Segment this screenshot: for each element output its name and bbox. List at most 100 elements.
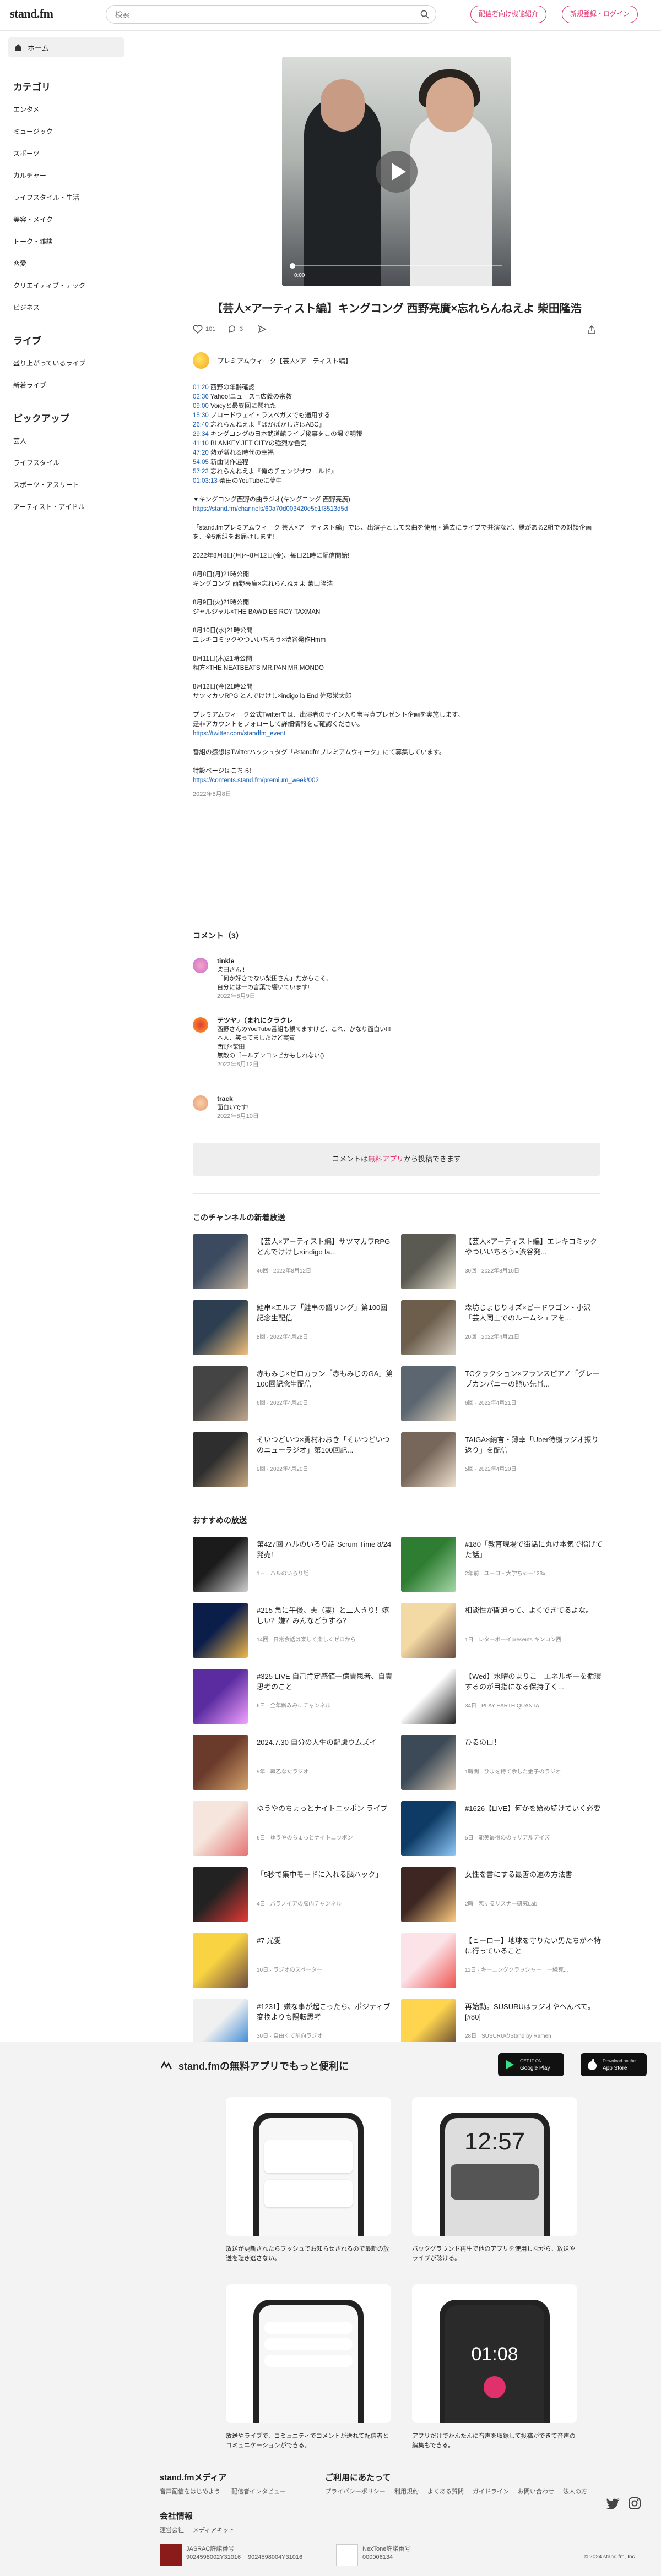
company-link-1[interactable]: メディアキット xyxy=(193,2525,235,2534)
sidebar-item-live[interactable]: 新着ライブ xyxy=(0,374,132,396)
google-play-button[interactable]: GET IT ON Google Play xyxy=(498,2053,564,2076)
card-title[interactable]: 再始動。SUSURUはラジオやへんべて。[#80] xyxy=(465,2001,603,2022)
sidebar-item-category[interactable]: ミュージック xyxy=(0,121,132,143)
recommended-episode-card[interactable]: ひるのロ！ 1時間 · ひまを持て余した金子のラジオ xyxy=(401,1735,605,1790)
recommended-episode-card[interactable]: #215 急に午後、夫（妻）と二人きり！嬉しい？嫌？みんなどうする？ 14回 · … xyxy=(193,1603,397,1658)
channel-episode-card[interactable]: 森坊じょじりオズ×ピードワゴン・小沢「芸人同士でのルームシェアを... 20回 ·… xyxy=(401,1300,605,1355)
search-box[interactable] xyxy=(106,5,436,24)
card-thumbnail[interactable] xyxy=(401,1801,456,1856)
card-thumbnail[interactable] xyxy=(401,1366,456,1421)
recommended-episode-card[interactable]: ゆうやのちょっとナイトニッポン ライブ 6日 · ゆうやのちょっとナイトニッポン xyxy=(193,1801,397,1856)
sidebar-item-category[interactable]: ライフスタイル・生活 xyxy=(0,187,132,209)
card-thumbnail[interactable] xyxy=(193,1603,248,1658)
chapter-timestamp[interactable]: 41:10 xyxy=(193,440,209,447)
card-title[interactable]: #7 光愛 xyxy=(257,1935,394,1946)
progress-bar[interactable] xyxy=(291,265,502,266)
instagram-icon[interactable] xyxy=(628,2497,641,2510)
recommended-episode-card[interactable]: #180「教育現場で街話に丸け本気で指げてた話」 2年前 · ユーロ・大学ちゃー1… xyxy=(401,1537,605,1592)
card-title[interactable]: 【Wed】水曜のまりこ エネルギーを循環するのが目指になる保持子く... xyxy=(465,1671,603,1692)
card-title[interactable]: 相談性が関迫って、よくできてるよな。 xyxy=(465,1605,603,1616)
card-title[interactable]: 鮭串×エルフ「鮭串の語リング」第100回記念生配信 xyxy=(257,1302,394,1323)
card-title[interactable]: 「5秒で集中モードに入れる脳ハック」 xyxy=(257,1869,394,1880)
recommended-episode-card[interactable]: #325 LIVE 自己肯定感値一億貴思者、自責思考のこと 6日 · 全年齢みみに… xyxy=(193,1669,397,1724)
guide-link[interactable]: お問い合わせ xyxy=(518,2487,554,2496)
signup-login-button[interactable]: 新規登録・ログイン xyxy=(562,6,638,23)
chapter-timestamp[interactable]: 15:30 xyxy=(193,412,209,419)
card-title[interactable]: 【芸人×アーティスト編】エレキコミックやついいちろう×渋谷発... xyxy=(465,1236,603,1257)
card-thumbnail[interactable] xyxy=(193,1735,248,1790)
chapter-timestamp[interactable]: 26:40 xyxy=(193,422,209,428)
card-title[interactable]: 女性を書にする最善の運の方法書 xyxy=(465,1869,603,1880)
recommended-episode-card[interactable]: 【ヒーロー】地球を守りたい男たちが不特に行っていること 11日 · キーニングクラ… xyxy=(401,1933,605,1988)
card-thumbnail[interactable] xyxy=(401,1669,456,1724)
sidebar-item-category[interactable]: スポーツ xyxy=(0,143,132,165)
card-title[interactable]: 赤もみじ×ゼロカラン「赤もみじのGA」第100回記念生配信 xyxy=(257,1368,394,1389)
share-button[interactable] xyxy=(258,325,269,334)
media-link-1[interactable]: 配信者インタビュー xyxy=(231,2487,286,2496)
company-link-0[interactable]: 運営会社 xyxy=(160,2525,184,2534)
card-title[interactable]: #215 急に午後、夫（妻）と二人きり！嬉しい？嫌？みんなどうする？ xyxy=(257,1605,394,1626)
sidebar-item-category[interactable]: カルチャー xyxy=(0,165,132,187)
card-title[interactable]: #1626【LIVE】何かを始め続けていく必要 xyxy=(465,1803,603,1814)
guide-link[interactable]: よくある質問 xyxy=(427,2487,464,2496)
card-thumbnail[interactable] xyxy=(401,1603,456,1658)
search-input[interactable] xyxy=(106,6,393,23)
commenter-avatar[interactable] xyxy=(193,1017,208,1033)
card-title[interactable]: TAIGA×納言・薄幸「Uber待機ラジオ振り返り」を配信 xyxy=(465,1434,603,1455)
channel-episode-card[interactable]: TCクラクション×フランスピアノ「グレープカンパニーの熊い先肖... 6回 · 2… xyxy=(401,1366,605,1421)
card-thumbnail[interactable] xyxy=(401,1933,456,1988)
recommended-episode-card[interactable]: 女性を書にする最善の運の方法書 2時 · 恋するリスナー研究Lab xyxy=(401,1867,605,1922)
music-channel-link[interactable]: https://stand.fm/channels/60a70d003420e5… xyxy=(193,506,348,512)
chapter-timestamp[interactable]: 47:20 xyxy=(193,450,209,456)
card-title[interactable]: 【芸人×アーティスト編】サツマカワRPG とんでけけし×indigo la... xyxy=(257,1236,394,1257)
sidebar-item-pickup[interactable]: 芸人 xyxy=(0,430,132,452)
chapter-timestamp[interactable]: 01:20 xyxy=(193,384,209,391)
sidebar-item-category[interactable]: トーク・雑談 xyxy=(0,231,132,253)
card-title[interactable]: ゆうやのちょっとナイトニッポン ライブ xyxy=(257,1803,394,1814)
recommended-episode-card[interactable]: 2024.7.30 自分の人生の配慮ウムズイ 9年 · 幕乙なたラジオ xyxy=(193,1735,397,1790)
card-thumbnail[interactable] xyxy=(401,1867,456,1922)
commenter-name[interactable]: track xyxy=(217,1094,259,1103)
card-thumbnail[interactable] xyxy=(401,1537,456,1592)
channel-link[interactable]: プレミアムウィーク【芸人×アーティスト編】 xyxy=(193,352,352,369)
sidebar-item-category[interactable]: エンタメ xyxy=(0,99,132,121)
twitter-icon[interactable] xyxy=(606,2498,620,2510)
card-thumbnail[interactable] xyxy=(193,1234,248,1289)
sidebar-item-pickup[interactable]: スポーツ・アスリート xyxy=(0,474,132,496)
progress-knob[interactable] xyxy=(290,263,295,269)
comment-button[interactable]: 3 xyxy=(228,325,243,334)
upload-share-button[interactable] xyxy=(587,325,599,335)
card-thumbnail[interactable] xyxy=(193,1537,248,1592)
sidebar-item-category[interactable]: クリエイティブ・テック xyxy=(0,275,132,297)
special-page-link[interactable]: https://contents.stand.fm/premium_week/0… xyxy=(193,777,319,784)
twitter-link[interactable]: https://twitter.com/standfm_event xyxy=(193,730,285,737)
card-title[interactable]: #1231】嫌な事が起こったら、ポジティブ変換よりも陽転思考 xyxy=(257,2001,394,2022)
sidebar-item-home[interactable]: ホーム xyxy=(8,37,124,57)
media-link-0[interactable]: 音声配信をはじめよう xyxy=(160,2487,220,2496)
card-thumbnail[interactable] xyxy=(401,1432,456,1487)
channel-episode-card[interactable]: 【芸人×アーティスト編】エレキコミックやついいちろう×渋谷発... 30回 · 2… xyxy=(401,1234,605,1289)
recommended-episode-card[interactable]: 相談性が関迫って、よくできてるよな。 1日 · レターボーイpresents キン… xyxy=(401,1603,605,1658)
channel-episode-card[interactable]: 赤もみじ×ゼロカラン「赤もみじのGA」第100回記念生配信 6回 · 2022年4… xyxy=(193,1366,397,1421)
card-title[interactable]: #180「教育現場で街話に丸け本気で指げてた話」 xyxy=(465,1539,603,1560)
play-button[interactable] xyxy=(376,151,418,193)
commenter-avatar[interactable] xyxy=(193,1095,208,1111)
app-store-button[interactable]: Download on the App Store xyxy=(581,2053,647,2076)
recommended-episode-card[interactable]: #7 光愛 10日 · ラジオのスペーター xyxy=(193,1933,397,1988)
chapter-timestamp[interactable]: 54:05 xyxy=(193,459,209,466)
card-thumbnail[interactable] xyxy=(193,1933,248,1988)
sidebar-item-category[interactable]: 美容・メイク xyxy=(0,209,132,231)
commenter-avatar[interactable] xyxy=(193,958,208,973)
card-title[interactable]: そいつどいつ×勇村わおき「そいつどいつのニューラジオ」第100回記... xyxy=(257,1434,394,1455)
card-title[interactable]: ひるのロ！ xyxy=(465,1737,603,1748)
channel-episode-card[interactable]: そいつどいつ×勇村わおき「そいつどいつのニューラジオ」第100回記... 9回 ·… xyxy=(193,1432,397,1487)
recommended-episode-card[interactable]: 第427回 ハルのいろり話 Scrum Time 8/24 発売！ 1日 · ハル… xyxy=(193,1537,397,1592)
sidebar-item-pickup[interactable]: ライフスタイル xyxy=(0,452,132,474)
chapter-timestamp[interactable]: 09:00 xyxy=(193,403,209,410)
chapter-timestamp[interactable]: 29:34 xyxy=(193,431,209,438)
commenter-name[interactable]: テツヤ♪（まれにクラクレ xyxy=(217,1016,391,1025)
guide-link[interactable]: プライバシーポリシー xyxy=(325,2487,386,2496)
guide-link[interactable]: 法人の方 xyxy=(563,2487,587,2496)
guide-link[interactable]: 利用規約 xyxy=(394,2487,419,2496)
search-icon[interactable] xyxy=(420,10,429,19)
